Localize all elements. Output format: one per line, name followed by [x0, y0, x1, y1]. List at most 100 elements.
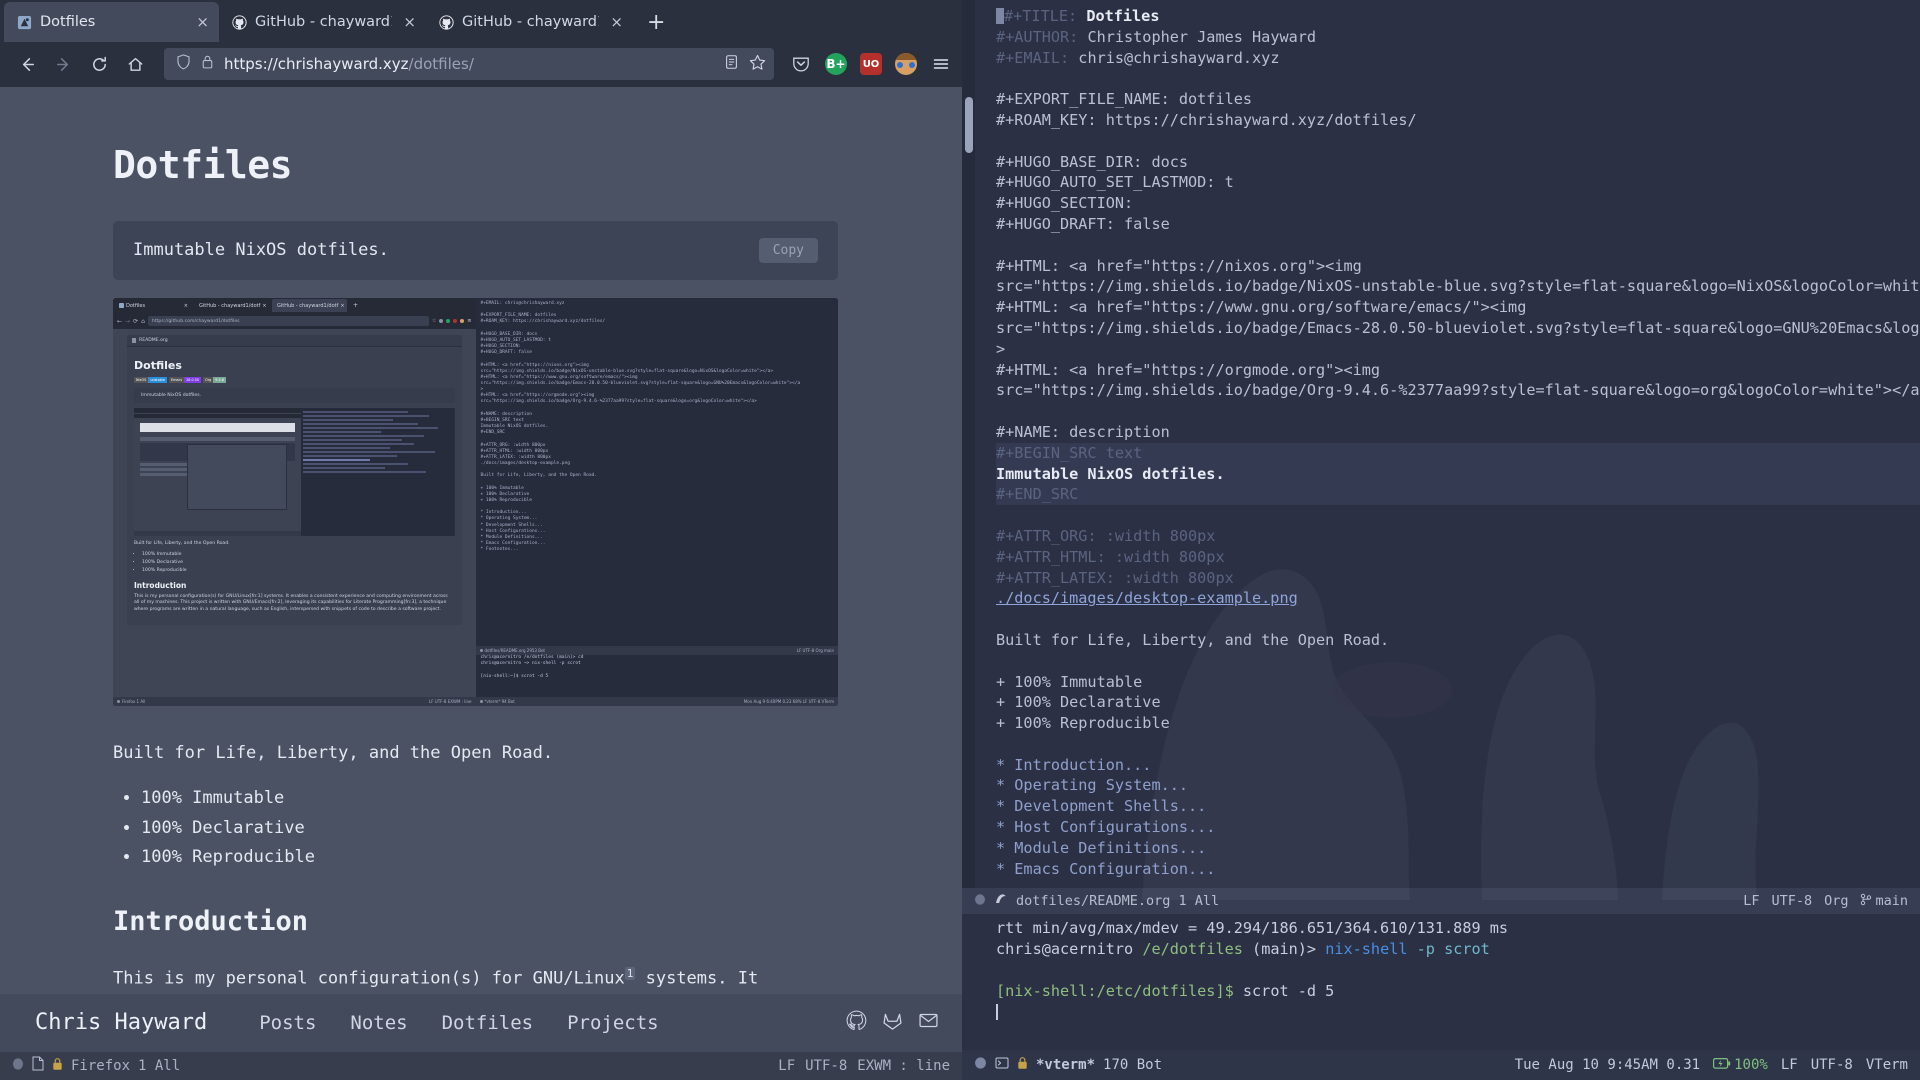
url-domain: https://chrishayward.xyz — [224, 55, 409, 74]
org-line: #+HTML: <a href="https://orgmode.org"><i… — [996, 360, 1920, 381]
org-line: #+AUTHOR: Christopher James Hayward — [996, 27, 1920, 48]
nested-body: This is my personal configuration(s) for… — [134, 593, 448, 613]
org-segment: * Introduction... — [996, 755, 1152, 774]
github-icon[interactable] — [845, 1009, 868, 1036]
vterm-encoding: UTF-8 — [1810, 1057, 1853, 1073]
org-modeline-right: LF UTF-8 Org main — [1743, 893, 1908, 910]
pocket-icon[interactable] — [790, 53, 812, 75]
nested-tab-title: GitHub - chayward1/dotf — [199, 302, 261, 309]
bitwarden-icon[interactable]: B+ — [825, 53, 847, 76]
feature-item: 100% Declarative — [141, 814, 840, 843]
scrollbar-thumb[interactable] — [965, 97, 973, 153]
buffer-state-dot-icon — [12, 1057, 24, 1075]
browser-tab-bar: Dotfiles × GitHub - chayward1/dotfi × Gi… — [0, 0, 962, 43]
org-line: Immutable NixOS dotfiles. — [996, 463, 1920, 485]
footnote-ref[interactable]: 1 — [624, 967, 636, 980]
description-block: Immutable NixOS dotfiles. Copy — [113, 220, 838, 280]
org-line: > — [996, 339, 1920, 360]
org-segment: Christopher James Hayward — [1078, 27, 1317, 46]
org-segment: > — [996, 339, 1006, 358]
org-segment: #+TITLE: — [1004, 7, 1078, 25]
browser-toolbar: https://chrishayward.xyz/dotfiles/ B+ UO — [0, 42, 962, 87]
new-tab-button[interactable]: + — [647, 12, 665, 34]
forward-arrow-icon[interactable] — [46, 49, 80, 79]
file-icon — [32, 1056, 44, 1075]
org-segment: #+ATTR_ORG: :width 800px — [996, 526, 1216, 545]
org-line: #+HUGO_BASE_DIR: docs — [996, 152, 1920, 173]
vterm-segment: [nix-shell:/etc/dotfiles]$ — [996, 982, 1234, 1000]
gitlab-icon[interactable] — [881, 1009, 904, 1036]
vterm-buffer[interactable]: rtt min/avg/max/mdev = 49.294/186.651/36… — [962, 914, 1920, 1050]
browser-tab-1[interactable]: GitHub - chayward1/dotfi × — [219, 2, 426, 42]
nested-readme-body: Dotfiles NixOS unstable Emacs 28.0.50 Org 9… — [127, 346, 462, 626]
firefox-window: Dotfiles × GitHub - chayward1/dotfi × Gi… — [0, 0, 962, 1080]
nav-link-notes[interactable]: Notes — [350, 1012, 407, 1034]
nested-screenshot: Dotfiles × GitHub - chayward1/dotf × Git… — [113, 297, 838, 706]
url-text[interactable]: https://chrishayward.xyz/dotfiles/ — [224, 55, 714, 73]
extension-toolbar: B+ UO — [784, 53, 952, 76]
nested-firefox: Dotfiles × GitHub - chayward1/dotf × Git… — [113, 297, 476, 706]
address-bar[interactable]: https://chrishayward.xyz/dotfiles/ — [164, 48, 774, 81]
terminal-icon — [995, 1056, 1009, 1074]
emacs-window: #+TITLE: Dotfiles #+AUTHOR: Christopher J… — [962, 0, 1920, 1080]
vterm-modeline-right: Tue Aug 10 9:45AM 0.31 100% LF UTF-8 VTe… — [1515, 1057, 1908, 1074]
nested-feature: 100% Declarative — [142, 560, 455, 567]
nested-badge-org: Org 9.4.6 — [203, 376, 226, 383]
org-line: * Host Configurations... — [996, 817, 1920, 838]
org-line: #+HUGO_DRAFT: false — [996, 214, 1920, 235]
page-title: Dotfiles — [113, 142, 293, 187]
org-buffer[interactable]: #+TITLE: Dotfiles #+AUTHOR: Christopher J… — [962, 0, 1920, 888]
section-heading-introduction: Introduction — [113, 906, 309, 937]
org-line — [996, 734, 1920, 755]
lock-icon — [1017, 1056, 1028, 1074]
nav-link-posts[interactable]: Posts — [259, 1012, 316, 1034]
tab-close-icon[interactable]: × — [399, 13, 416, 31]
shield-icon[interactable] — [176, 54, 191, 74]
hamburger-menu-icon[interactable] — [930, 53, 952, 75]
star-icon[interactable] — [749, 54, 766, 75]
org-segment: #+ROAM_KEY: https://chrishayward.xyz/dot… — [996, 110, 1417, 129]
back-arrow-icon[interactable] — [10, 49, 44, 79]
nested-inner-image — [134, 407, 455, 536]
org-line: #+HTML: <a href="https://www.gnu.org/sof… — [996, 297, 1920, 318]
url-path: /dotfiles/ — [408, 55, 474, 74]
org-line: + 100% Declarative — [996, 692, 1920, 713]
nested-url: https://github.com/chayward1/dotfiles — [147, 316, 429, 327]
emacs-scrollbar[interactable] — [962, 0, 975, 888]
nav-link-dotfiles[interactable]: Dotfiles — [442, 1012, 534, 1034]
lock-icon[interactable] — [201, 54, 214, 74]
email-icon[interactable] — [917, 1009, 940, 1036]
tab-close-icon[interactable]: × — [192, 13, 209, 31]
org-line: * Introduction... — [996, 755, 1920, 776]
vterm-segment: rtt min/avg/max/mdev = 49.294/186.651/36… — [996, 919, 1509, 937]
browser-tab-2[interactable]: GitHub - chayward1/dotfi × — [426, 2, 633, 42]
profile-avatar-icon[interactable] — [895, 53, 917, 76]
feature-list: 100% Immutable 100% Declarative 100% Rep… — [113, 784, 840, 872]
copy-button[interactable]: Copy — [758, 237, 818, 263]
exwm-eol: LF — [778, 1057, 796, 1074]
nested-badges: NixOS unstable Emacs 28.0.50 Org 9.4.6 — [134, 376, 455, 383]
nested-tab-1: GitHub - chayward1/dotf × — [194, 299, 269, 312]
site-footer-nav: Chris Hayward Posts Notes Dotfiles Proje… — [0, 993, 962, 1052]
browser-tab-0[interactable]: Dotfiles × — [4, 2, 219, 43]
reader-view-icon[interactable] — [724, 54, 739, 74]
reload-icon[interactable] — [82, 49, 116, 79]
nested-tab-2: GitHub - chayward1/dotf × — [272, 299, 347, 313]
vterm-cursor-line — [996, 1002, 1920, 1023]
ublock-origin-icon[interactable]: UO — [860, 53, 882, 76]
vterm-segment: nix-shell — [1325, 940, 1408, 958]
nested-tab-title: GitHub - chayward1/dotf — [277, 302, 339, 309]
site-brand[interactable]: Chris Hayward — [35, 1010, 207, 1035]
nav-link-projects[interactable]: Projects — [567, 1012, 659, 1034]
exwm-modeline: Firefox 1 All LF UTF-8 EXWM : line — [0, 1051, 962, 1080]
org-segment: #+EXPORT_FILE_NAME: dotfiles — [996, 90, 1253, 109]
org-segment: #+ATTR_HTML: :width 800px — [996, 547, 1225, 566]
org-line: #+ROAM_KEY: https://chrishayward.xyz/dot… — [996, 110, 1920, 131]
tab-close-icon[interactable]: × — [606, 13, 623, 31]
org-segment: #+HUGO_AUTO_SET_LASTMOD: t — [996, 173, 1234, 192]
org-major-mode: Org — [1824, 893, 1849, 909]
org-segment: chris@chrishayward.xyz — [1069, 48, 1280, 67]
home-icon[interactable] — [118, 49, 152, 79]
avatar-hair — [895, 53, 917, 61]
org-line — [996, 235, 1920, 256]
